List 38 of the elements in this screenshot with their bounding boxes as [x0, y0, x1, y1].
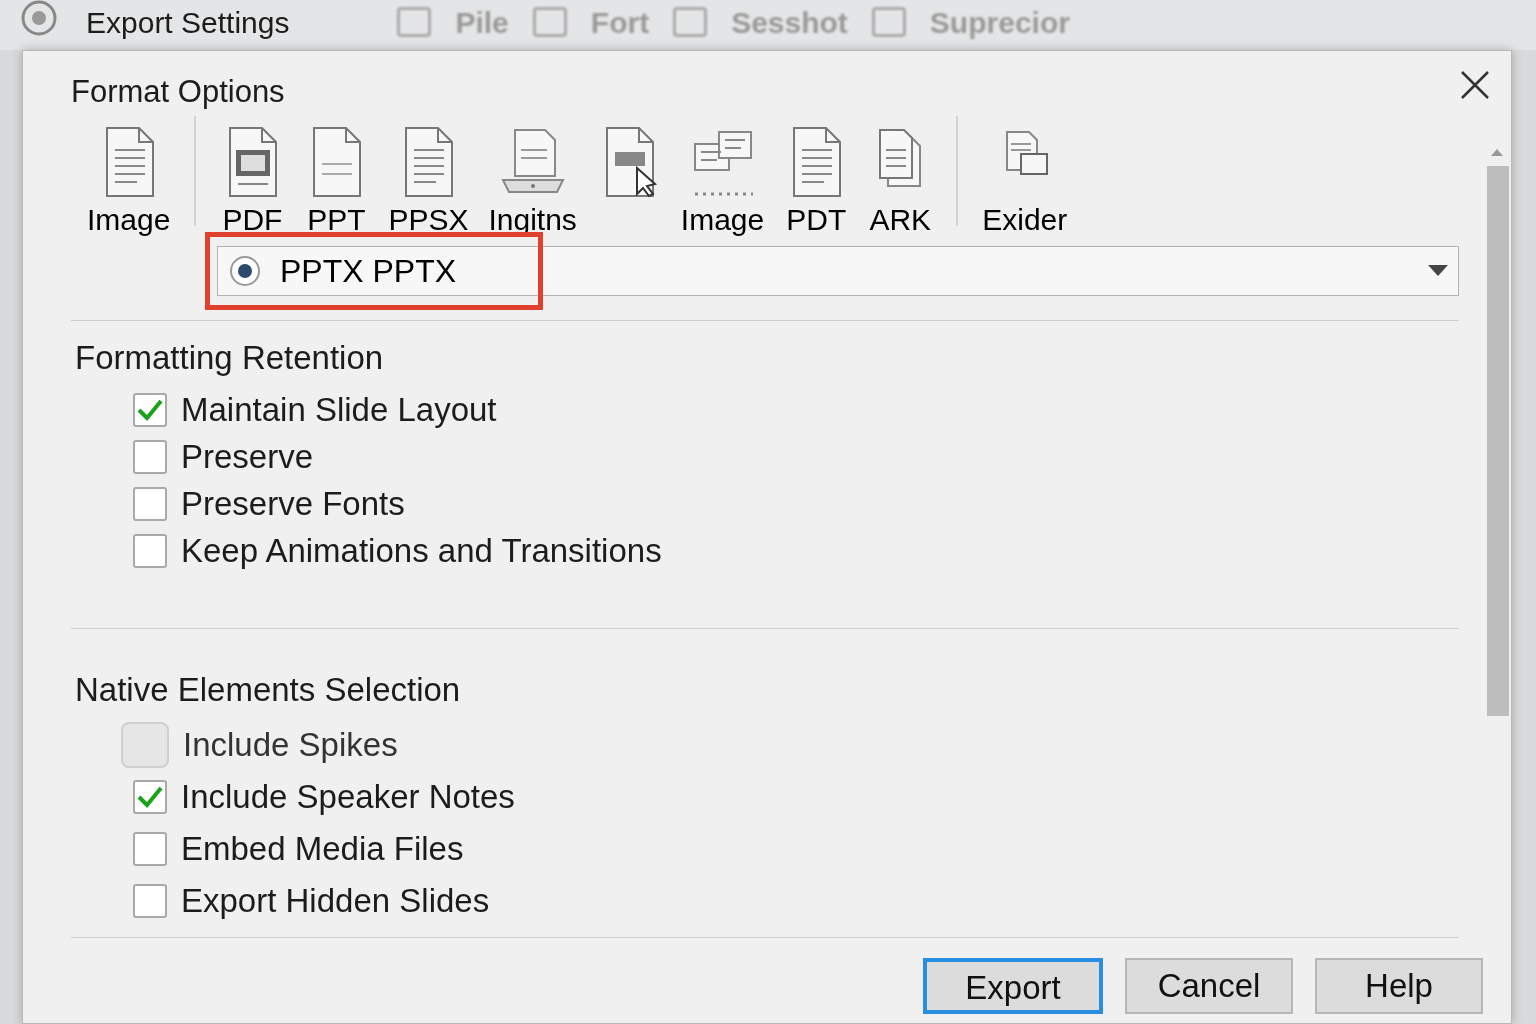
toolbar-icon[interactable] [871, 7, 906, 37]
checkbox[interactable] [133, 779, 167, 814]
checkbox-option[interactable]: Embed Media Files [133, 822, 464, 875]
toolbar-icon[interactable] [532, 7, 567, 37]
toolbar-icon[interactable] [397, 7, 432, 37]
checkbox-option[interactable]: Preserve Fonts [133, 480, 405, 527]
checkbox[interactable] [133, 486, 167, 521]
toolbar-icon[interactable] [673, 7, 708, 37]
format-option[interactable]: PPSX [378, 123, 479, 238]
app-title: Export Settings [86, 6, 290, 40]
checkbox-option[interactable]: Keep Animations and Transitions [133, 527, 662, 574]
format-option[interactable]: ARK [858, 123, 943, 238]
format-option[interactable]: Exider [972, 123, 1078, 238]
format-option[interactable]: PDF [210, 123, 295, 238]
checkbox-option[interactable]: Export Hidden Slides [133, 874, 490, 927]
checkbox-option[interactable]: Maintain Slide Layout [133, 386, 497, 433]
dialog-button[interactable]: Cancel [1125, 957, 1293, 1014]
checkbox[interactable] [133, 883, 167, 918]
checkbox[interactable] [133, 439, 167, 474]
format-option[interactable]: PDT [774, 123, 859, 238]
checkbox-option[interactable]: Include Speaker Notes [133, 770, 515, 823]
caret-icon [1428, 264, 1448, 277]
dialog-button[interactable]: Export [923, 957, 1103, 1014]
dialog-title: Format Options [71, 73, 285, 111]
app-icon [20, 0, 58, 37]
checkbox[interactable] [133, 533, 167, 568]
format-option[interactable]: Image [670, 123, 775, 238]
format-option[interactable]: Image [77, 123, 181, 238]
radio-button[interactable] [230, 255, 260, 286]
format-option[interactable]: PPT [294, 123, 379, 238]
section-title: Native Elements Selection [75, 670, 462, 710]
format-option[interactable]: Ingitns [478, 123, 587, 238]
dialog-button[interactable]: Help [1315, 957, 1483, 1014]
checkbox-option[interactable]: Preserve [133, 433, 314, 480]
section-title: Formatting Retention [75, 337, 385, 378]
checkbox[interactable] [133, 831, 167, 866]
format-dropdown[interactable]: PPTX PPTX [217, 245, 1459, 296]
checkbox[interactable] [133, 392, 167, 427]
